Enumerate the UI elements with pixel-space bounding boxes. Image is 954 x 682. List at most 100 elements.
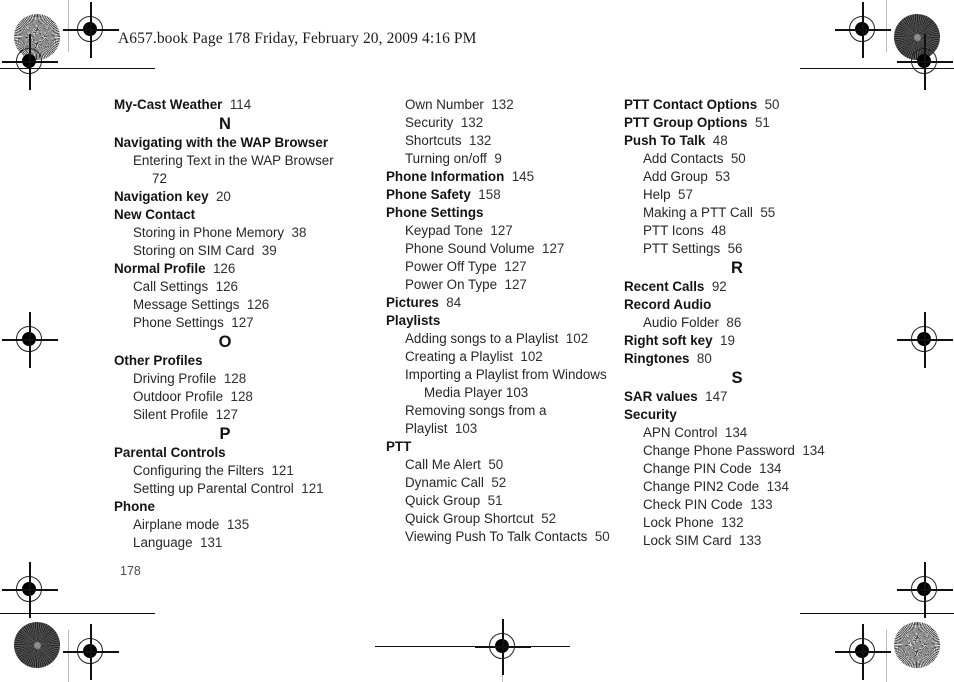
index-letter-heading: O bbox=[218, 333, 232, 351]
index-page-number: 132 bbox=[491, 97, 514, 112]
index-page-number: 57 bbox=[678, 187, 693, 202]
index-page-number: 158 bbox=[478, 187, 501, 202]
index-subentry: Making a PTT Call 55 bbox=[624, 204, 864, 222]
index-entry: PTT Group Options 51 bbox=[624, 114, 864, 132]
trim-line-vertical-bottom-left bbox=[68, 630, 70, 682]
index-entry-label: Importing a Playlist from Windows bbox=[405, 367, 607, 382]
registration-mark-bottom-right bbox=[835, 624, 891, 680]
index-entry-continuation: Media Player 103 bbox=[424, 385, 529, 400]
index-subentry: Shortcuts 132 bbox=[386, 132, 618, 150]
index-entry-label: PTT bbox=[386, 439, 412, 454]
registration-mark-right-upper bbox=[897, 34, 953, 90]
page-number: 178 bbox=[120, 564, 141, 578]
index-entry-label: Lock Phone bbox=[643, 515, 714, 530]
index-page-number: 127 bbox=[215, 407, 238, 422]
index-entry-label: Playlists bbox=[386, 313, 441, 328]
index-entry-label: Driving Profile bbox=[133, 371, 217, 386]
index-page-number: 92 bbox=[711, 279, 727, 294]
index-subentry: Storing in Phone Memory 38 bbox=[114, 224, 344, 242]
index-entry: Ringtones 80 bbox=[624, 350, 864, 368]
index-entry: Pictures 84 bbox=[386, 294, 618, 312]
index-entry: Playlists bbox=[386, 312, 618, 330]
index-entry-label: Lock SIM Card bbox=[643, 533, 732, 548]
index-entry-label: Quick Group bbox=[405, 493, 481, 508]
index-entry-label: Check PIN Code bbox=[643, 497, 743, 512]
registration-mark-top-left bbox=[63, 2, 119, 58]
index-entry: Phone Settings bbox=[386, 204, 618, 222]
trim-line-vertical-top-right bbox=[886, 0, 888, 52]
index-page-number: 135 bbox=[226, 517, 250, 532]
index-page-number: 55 bbox=[760, 205, 776, 220]
index-entry-label: Phone Information bbox=[386, 169, 505, 184]
index-entry-label: Dynamic Call bbox=[405, 475, 484, 490]
index-entry: Navigating with the WAP Browser bbox=[114, 134, 344, 152]
index-page-number: 50 bbox=[594, 529, 610, 544]
registration-mark-top-right bbox=[835, 2, 891, 58]
index-page-number: 132 bbox=[460, 115, 484, 130]
index-subentry: Dynamic Call 52 bbox=[386, 474, 618, 492]
index-entry-label: Parental Controls bbox=[114, 445, 226, 460]
index-page-number: 103 bbox=[454, 421, 478, 436]
index-entry: Security bbox=[624, 406, 864, 424]
index-subentry: Storing on SIM Card 39 bbox=[114, 242, 344, 260]
index-entry-label: Viewing Push To Talk Contacts bbox=[405, 529, 588, 544]
index-entry-label: Message Settings bbox=[133, 297, 240, 312]
index-subentry: Silent Profile 127 bbox=[114, 406, 344, 424]
index-entry-label: Storing on SIM Card bbox=[133, 243, 255, 258]
index-subentry: Keypad Tone 127 bbox=[386, 222, 618, 240]
index-entry-label: Phone Safety bbox=[386, 187, 471, 202]
registration-mark-left-middle bbox=[2, 312, 58, 368]
index-entry-label: Other Profiles bbox=[114, 353, 203, 368]
index-page-number: 51 bbox=[754, 115, 770, 130]
index-subentry: Configuring the Filters 121 bbox=[114, 462, 344, 480]
index-entry: Navigation key 20 bbox=[114, 188, 344, 206]
index-subentry: Driving Profile 128 bbox=[114, 370, 344, 388]
index-subentry: Quick Group 51 bbox=[386, 492, 618, 510]
trim-rule-horizontal-bottom-center bbox=[375, 646, 570, 648]
index-subentry: Entering Text in the WAP Browser 72 bbox=[114, 152, 344, 188]
index-entry-label: Outdoor Profile bbox=[133, 389, 224, 404]
index-entry-label: Add Group bbox=[643, 169, 708, 184]
index-entry-label: Storing in Phone Memory bbox=[133, 225, 285, 240]
index-page-number: 20 bbox=[215, 189, 231, 204]
index-entry-label: Entering Text in the WAP Browser bbox=[133, 153, 334, 168]
index-page-number: 52 bbox=[541, 511, 557, 526]
index-entry-label: Power On Type bbox=[405, 277, 498, 292]
index-entry-label: Keypad Tone bbox=[405, 223, 483, 238]
index-entry-label: Phone Sound Volume bbox=[405, 241, 535, 256]
index-page-number: 134 bbox=[759, 461, 782, 476]
index-subentry: Turning on/off 9 bbox=[386, 150, 618, 168]
index-page-number: 133 bbox=[739, 533, 762, 548]
index-entry-label: Change PIN2 Code bbox=[643, 479, 760, 494]
index-subentry: Quick Group Shortcut 52 bbox=[386, 510, 618, 528]
index-entry: My-Cast Weather 114 bbox=[114, 96, 344, 114]
index-entry-label: Add Contacts bbox=[643, 151, 724, 166]
index-entry-label: Airplane mode bbox=[133, 517, 220, 532]
index-page-number: 9 bbox=[494, 151, 502, 166]
index-subentry: Help 57 bbox=[624, 186, 864, 204]
index-entry-label: Change PIN Code bbox=[643, 461, 752, 476]
index-page-number: 127 bbox=[504, 277, 527, 292]
index-entry-label: Right soft key bbox=[624, 333, 713, 348]
index-subentry: Check PIN Code 133 bbox=[624, 496, 864, 514]
index-entry-label: My-Cast Weather bbox=[114, 97, 223, 112]
index-entry: Phone Safety 158 bbox=[386, 186, 618, 204]
index-letter-heading: R bbox=[731, 259, 743, 277]
index-page-number: 128 bbox=[223, 371, 247, 386]
index-page-number: 102 bbox=[520, 349, 543, 364]
index-subentry: Add Group 53 bbox=[624, 168, 864, 186]
index-entry-label: Normal Profile bbox=[114, 261, 206, 276]
trim-line-vertical-bottom-right bbox=[886, 630, 888, 682]
index-subentry: Own Number 132 bbox=[386, 96, 618, 114]
index-entry-label: Ringtones bbox=[624, 351, 690, 366]
index-subentry: Lock SIM Card 133 bbox=[624, 532, 864, 550]
index-entry-label: Creating a Playlist bbox=[405, 349, 513, 364]
index-column-1: My-Cast Weather 114 N Navigating with the … bbox=[114, 96, 344, 552]
trim-rule-horizontal-top-right bbox=[800, 68, 954, 70]
index-column-3: PTT Contact Options 50 PTT Group Options … bbox=[624, 96, 864, 550]
index-entry: PTT Contact Options 50 bbox=[624, 96, 864, 114]
index-page-number: 38 bbox=[291, 225, 307, 240]
index-page-number: 121 bbox=[271, 463, 294, 478]
index-entry: Parental Controls bbox=[114, 444, 344, 462]
index-page-number: 39 bbox=[261, 243, 277, 258]
